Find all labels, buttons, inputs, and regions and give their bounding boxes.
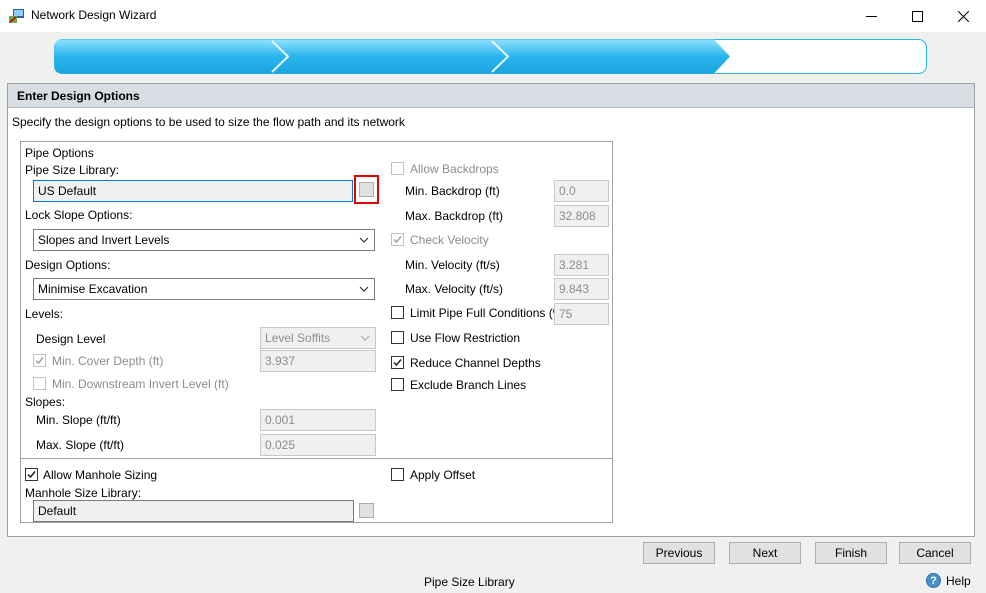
design-options-value: Minimise Excavation — [38, 282, 148, 296]
limit-pipe-full-label: Limit Pipe Full Conditions (%) — [410, 306, 568, 320]
exclude-branch-lines-checkbox[interactable] — [391, 378, 404, 391]
max-slope-field[interactable]: 0.025 — [260, 434, 376, 456]
checkmark-icon — [27, 471, 36, 479]
apply-offset-label: Apply Offset — [410, 468, 476, 482]
chevron-down-icon — [359, 286, 369, 292]
use-flow-restriction-label: Use Flow Restriction — [410, 331, 521, 345]
max-backdrop-field[interactable]: 32.808 — [554, 205, 609, 227]
checkmark-icon — [393, 236, 402, 244]
lock-slope-label: Lock Slope Options: — [25, 208, 133, 222]
lock-slope-select[interactable]: Slopes and Invert Levels — [33, 229, 375, 251]
min-slope-label: Min. Slope (ft/ft) — [36, 413, 121, 427]
manhole-size-library-label: Manhole Size Library: — [25, 486, 142, 500]
allow-backdrops-checkbox[interactable] — [391, 162, 404, 175]
network-wizard-icon — [8, 8, 25, 24]
chevron-down-icon — [359, 237, 369, 243]
min-downstream-label: Min. Downstream Invert Level (ft) — [52, 377, 229, 391]
allow-manhole-sizing-label: Allow Manhole Sizing — [43, 468, 158, 482]
cancel-button[interactable]: Cancel — [899, 542, 971, 564]
pipe-size-library-field[interactable]: US Default — [33, 180, 353, 202]
section-divider — [21, 458, 612, 459]
design-options-panel: Enter Design Options Specify the design … — [7, 83, 975, 537]
panel-description: Specify the design options to be used to… — [12, 115, 405, 129]
design-options-select[interactable]: Minimise Excavation — [33, 278, 375, 300]
design-level-select[interactable]: Level Soffits — [260, 327, 376, 349]
slopes-label: Slopes: — [25, 395, 66, 409]
limit-pipe-full-checkbox[interactable] — [391, 306, 404, 319]
check-velocity-checkbox[interactable] — [391, 233, 404, 246]
finish-button[interactable]: Finish — [815, 542, 887, 564]
min-velocity-field[interactable]: 3.281 — [554, 254, 609, 276]
min-backdrop-label: Min. Backdrop (ft) — [405, 184, 500, 198]
manhole-library-browse-button[interactable] — [359, 503, 374, 518]
allow-manhole-sizing-checkbox[interactable] — [25, 468, 38, 481]
exclude-branch-lines-label: Exclude Branch Lines — [410, 378, 527, 392]
max-velocity-label: Max. Velocity (ft/s) — [405, 282, 504, 296]
min-cover-label: Min. Cover Depth (ft) — [52, 354, 164, 368]
minimize-button[interactable] — [848, 0, 894, 32]
max-slope-label: Max. Slope (ft/ft) — [36, 438, 125, 452]
help-button[interactable]: ? Help — [926, 573, 971, 588]
check-velocity-label: Check Velocity — [410, 233, 489, 247]
min-backdrop-field[interactable]: 0.0 — [554, 180, 609, 202]
min-cover-field[interactable]: 3.937 — [260, 350, 376, 372]
title-bar: Network Design Wizard — [0, 0, 986, 32]
lock-slope-value: Slopes and Invert Levels — [38, 233, 170, 247]
levels-label: Levels: — [25, 307, 64, 321]
min-slope-field[interactable]: 0.001 — [260, 409, 376, 431]
pipe-size-library-label: Pipe Size Library: — [25, 163, 120, 177]
design-level-value: Level Soffits — [265, 331, 331, 345]
wizard-progress-bar — [54, 39, 927, 74]
pipe-options-group: Pipe Options Pipe Size Library: US Defau… — [20, 141, 613, 523]
max-velocity-field[interactable]: 9.843 — [554, 278, 609, 300]
next-button[interactable]: Next — [729, 542, 801, 564]
pipe-size-library-browse-button[interactable] — [359, 182, 374, 197]
apply-offset-checkbox[interactable] — [391, 468, 404, 481]
reduce-channel-depths-label: Reduce Channel Depths — [410, 356, 541, 370]
checkmark-icon — [393, 359, 402, 367]
close-icon — [957, 10, 969, 22]
chevron-down-icon — [360, 335, 370, 341]
minimize-icon — [865, 15, 877, 17]
previous-button[interactable]: Previous — [643, 542, 715, 564]
max-backdrop-label: Max. Backdrop (ft) — [405, 209, 504, 223]
window-title: Network Design Wizard — [31, 8, 157, 22]
allow-backdrops-label: Allow Backdrops — [410, 162, 499, 176]
manhole-size-library-field[interactable]: Default — [33, 500, 354, 522]
checkmark-icon — [35, 357, 44, 365]
close-button[interactable] — [940, 0, 986, 32]
use-flow-restriction-checkbox[interactable] — [391, 331, 404, 344]
pipe-options-label: Pipe Options — [25, 146, 94, 160]
help-label: Help — [946, 573, 971, 588]
reduce-channel-depths-checkbox[interactable] — [391, 356, 404, 369]
design-level-label: Design Level — [36, 332, 106, 346]
design-options-label: Design Options: — [25, 258, 111, 272]
help-icon: ? — [926, 573, 941, 588]
maximize-icon — [911, 10, 923, 22]
panel-header: Enter Design Options — [8, 84, 974, 108]
min-cover-checkbox[interactable] — [33, 354, 46, 367]
min-velocity-label: Min. Velocity (ft/s) — [405, 258, 500, 272]
limit-pipe-full-field[interactable]: 75 — [554, 303, 609, 325]
status-text: Pipe Size Library — [424, 575, 515, 589]
maximize-button[interactable] — [894, 0, 940, 32]
progress-fill — [54, 39, 730, 74]
min-downstream-checkbox[interactable] — [33, 377, 46, 390]
